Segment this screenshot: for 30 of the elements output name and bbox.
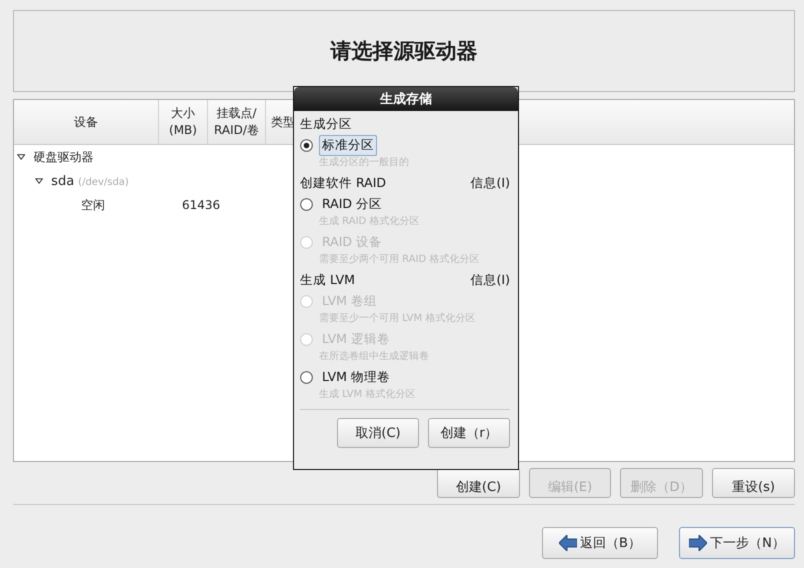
column-header[interactable]: 挂载点/ RAID/卷 — [208, 100, 266, 144]
column-header[interactable]: 大小 (MB) — [159, 100, 208, 144]
device-name: sda — [51, 174, 74, 188]
back-button[interactable]: 返回（B） — [542, 527, 658, 559]
column-header[interactable]: 设备 — [14, 100, 159, 144]
cancel-button[interactable]: 取消(C) — [337, 418, 419, 448]
right-arrow-icon — [689, 535, 708, 551]
option-label[interactable]: LVM 物理卷 — [319, 366, 393, 388]
info-link[interactable]: 信息(I) — [470, 272, 510, 289]
section-heading: 创建软件 RAID — [300, 175, 386, 192]
dialog-title: 生成存储 — [294, 87, 518, 111]
radio-button[interactable] — [300, 370, 313, 384]
info-link[interactable]: 信息(I) — [470, 175, 510, 192]
create-button[interactable]: 创建（r） — [428, 418, 510, 448]
device-name: 空闲 — [81, 198, 105, 212]
radio-button[interactable] — [300, 198, 313, 210]
left-arrow-icon — [559, 535, 578, 551]
page-title: 请选择源驱动器 — [330, 38, 478, 65]
action-button[interactable]: 重设(s) — [712, 468, 795, 498]
device-name: 硬盘驱动器 — [33, 150, 94, 164]
radio-button[interactable] — [300, 138, 313, 152]
expander-icon[interactable] — [35, 177, 44, 185]
expander-icon[interactable] — [17, 153, 26, 161]
option-label[interactable]: RAID 分区 — [319, 194, 386, 214]
device-path: (/dev/sda) — [78, 176, 129, 188]
option-label[interactable]: 标准分区 — [319, 134, 377, 156]
section-heading: 生成 LVM — [300, 272, 355, 289]
next-button[interactable]: 下一步（N） — [679, 527, 795, 559]
size-cell: 61436 — [182, 198, 220, 212]
action-button[interactable]: 创建(C) — [437, 468, 520, 498]
